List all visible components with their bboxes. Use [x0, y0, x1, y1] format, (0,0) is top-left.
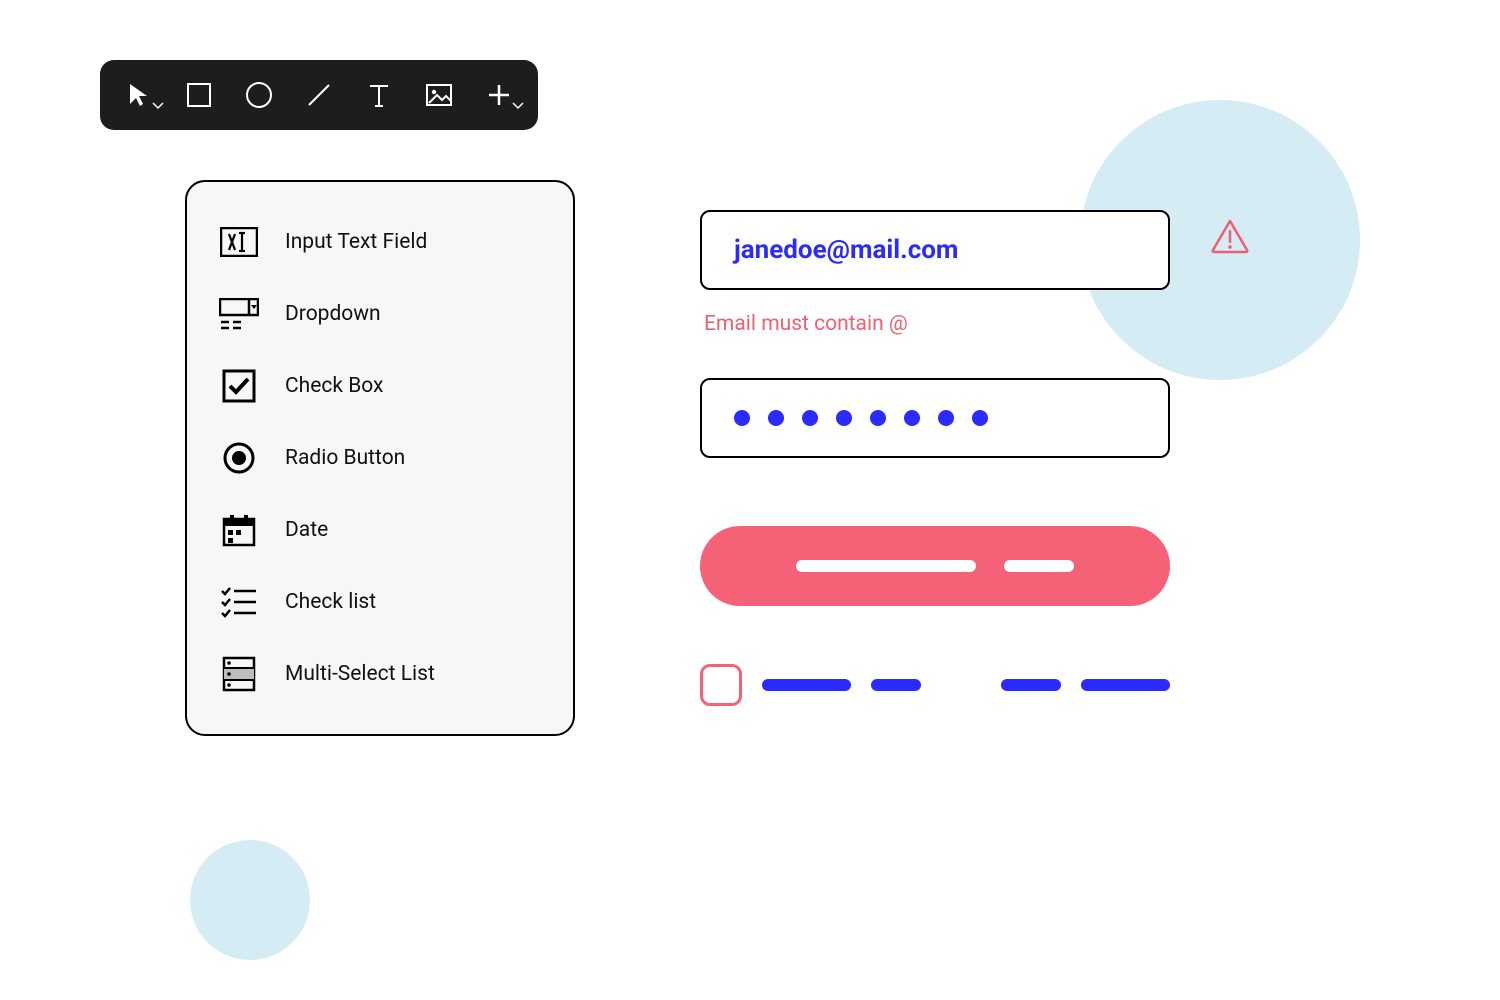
sample-form: janedoe@mail.com Email must contain @ — [700, 210, 1170, 706]
line-tool[interactable] — [302, 78, 336, 112]
dropdown-icon — [219, 294, 259, 334]
alert-triangle-icon — [1210, 218, 1250, 258]
checklist-icon — [219, 582, 259, 622]
input-text-icon — [219, 222, 259, 262]
panel-item-checklist[interactable]: Check list — [207, 566, 553, 638]
panel-item-date[interactable]: Date — [207, 494, 553, 566]
panel-item-label: Dropdown — [285, 302, 381, 326]
radio-icon — [219, 438, 259, 478]
mask-dot — [802, 410, 818, 426]
mask-dot — [938, 410, 954, 426]
multiselect-icon — [219, 654, 259, 694]
panel-item-label: Check Box — [285, 374, 383, 398]
line-icon — [305, 81, 333, 109]
mask-dot — [904, 410, 920, 426]
chevron-down-icon — [512, 102, 524, 110]
mask-dot — [734, 410, 750, 426]
pointer-tool[interactable] — [122, 78, 156, 112]
password-input[interactable] — [700, 378, 1170, 458]
mask-dot — [768, 410, 784, 426]
plus-icon — [487, 83, 511, 107]
panel-item-checkbox[interactable]: Check Box — [207, 350, 553, 422]
date-icon — [219, 510, 259, 550]
mask-dot — [836, 410, 852, 426]
panel-item-input-text[interactable]: Input Text Field — [207, 206, 553, 278]
drawing-toolbar — [100, 60, 538, 130]
email-value: janedoe@mail.com — [734, 235, 958, 265]
panel-item-label: Input Text Field — [285, 230, 427, 254]
add-tool[interactable] — [482, 78, 516, 112]
submit-button[interactable] — [700, 526, 1170, 606]
panel-item-label: Multi-Select List — [285, 662, 435, 686]
rectangle-tool[interactable] — [182, 78, 216, 112]
text-placeholder — [1081, 679, 1171, 691]
panel-item-multiselect[interactable]: Multi-Select List — [207, 638, 553, 710]
checkbox-row — [700, 664, 1170, 706]
checkbox-icon — [219, 366, 259, 406]
panel-item-radio[interactable]: Radio Button — [207, 422, 553, 494]
image-tool[interactable] — [422, 78, 456, 112]
text-icon — [367, 82, 391, 108]
rectangle-icon — [186, 82, 212, 108]
email-error-message: Email must contain @ — [704, 312, 1170, 336]
panel-item-label: Check list — [285, 590, 376, 614]
terms-checkbox[interactable] — [700, 664, 742, 706]
text-placeholder — [762, 679, 852, 691]
decorative-circle-bottom — [190, 840, 310, 960]
panel-item-label: Radio Button — [285, 446, 405, 470]
password-mask — [734, 410, 988, 426]
circle-icon — [245, 81, 273, 109]
image-icon — [425, 83, 453, 107]
form-controls-panel: Input Text Field Dropdown Check Box — [185, 180, 575, 736]
text-placeholder — [871, 679, 921, 691]
chevron-down-icon — [152, 102, 164, 110]
panel-item-label: Date — [285, 518, 328, 542]
text-tool[interactable] — [362, 78, 396, 112]
panel-item-dropdown[interactable]: Dropdown — [207, 278, 553, 350]
mask-dot — [972, 410, 988, 426]
mask-dot — [870, 410, 886, 426]
pointer-icon — [128, 82, 150, 108]
text-placeholder — [1001, 679, 1061, 691]
email-input[interactable]: janedoe@mail.com — [700, 210, 1170, 290]
button-text-placeholder — [1004, 560, 1074, 572]
button-text-placeholder — [796, 560, 976, 572]
circle-tool[interactable] — [242, 78, 276, 112]
